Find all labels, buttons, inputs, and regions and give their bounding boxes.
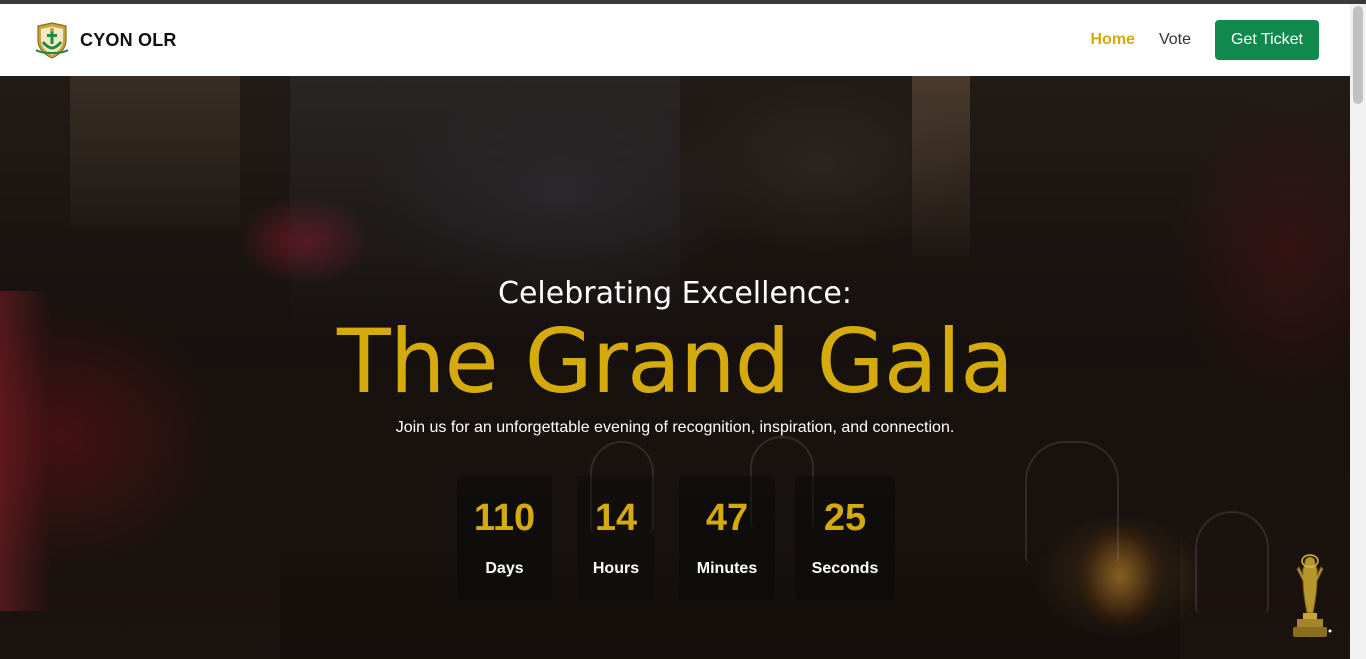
countdown-hours: 14 Hours (577, 476, 655, 600)
countdown-minutes-value: 47 (705, 497, 749, 539)
countdown-minutes: 47 Minutes (679, 476, 775, 600)
hero-tagline: Join us for an unforgettable evening of … (395, 419, 955, 436)
countdown-seconds: 25 Seconds (795, 476, 895, 600)
top-navbar: CYON OLR Home Vote Get Ticket (0, 4, 1350, 76)
get-ticket-button[interactable]: Get Ticket (1214, 20, 1319, 60)
nav-item-home[interactable]: Home (1090, 31, 1134, 49)
trophy-statuette-icon[interactable] (1285, 551, 1335, 641)
nav-item-vote[interactable]: Vote (1159, 31, 1191, 49)
page-scrollbar[interactable] (1350, 4, 1366, 659)
hero-title: The Grand Gala (336, 310, 1014, 413)
countdown-minutes-label: Minutes (696, 560, 758, 577)
countdown-seconds-value: 25 (823, 497, 867, 539)
crest-logo-icon (35, 22, 69, 59)
hero-section: Celebrating Excellence: The Grand Gala J… (0, 76, 1350, 659)
countdown-days-value: 110 (473, 497, 536, 539)
countdown-days-label: Days (485, 560, 524, 577)
nav-links: Home Vote Get Ticket (1090, 20, 1319, 60)
scrollbar-thumb[interactable] (1353, 6, 1363, 104)
brand-name: CYON OLR (80, 29, 177, 50)
countdown-hours-value: 14 (594, 497, 638, 539)
hero-subtitle: Celebrating Excellence: (498, 276, 852, 311)
brand[interactable]: CYON OLR (32, 20, 177, 60)
countdown-hours-label: Hours (592, 560, 640, 577)
countdown-timer: 110 Days 14 Hours 47 Minutes 25 Seconds (457, 476, 897, 600)
countdown-seconds-label: Seconds (811, 560, 879, 577)
countdown-days: 110 Days (457, 476, 552, 600)
